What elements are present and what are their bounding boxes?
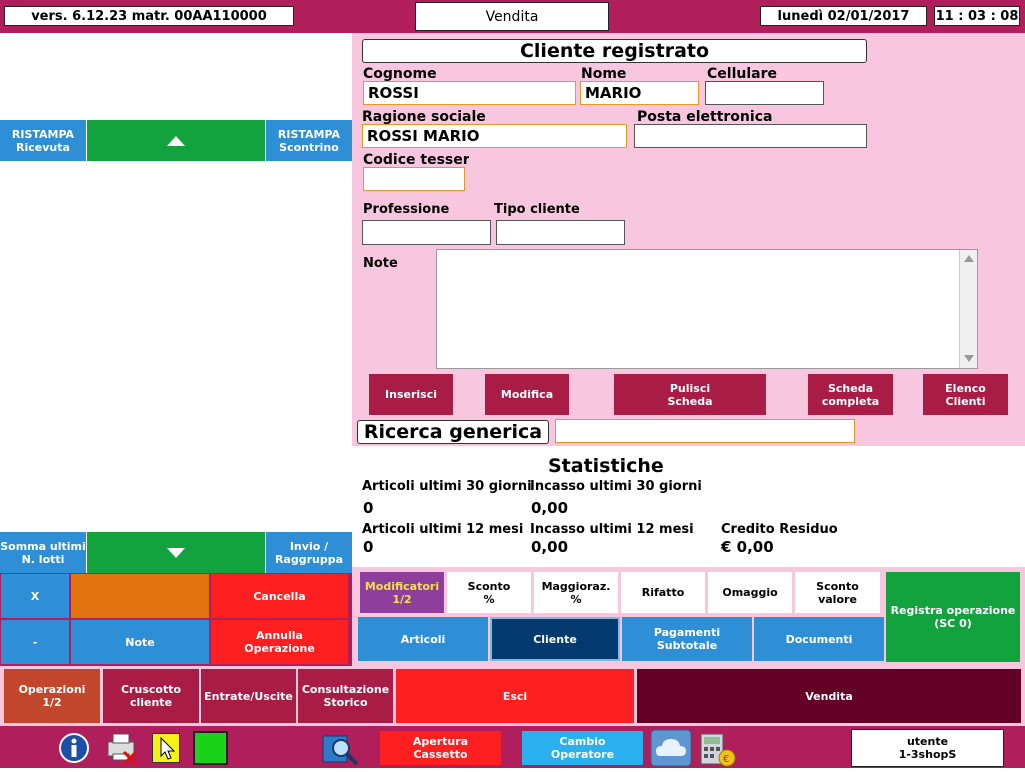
omaggio-button[interactable]: Omaggio xyxy=(708,572,792,613)
sconto-valore-button[interactable]: Sconto valore xyxy=(795,572,880,613)
vendita-button[interactable]: Vendita xyxy=(637,669,1021,723)
inc30-label: Incasso ultimi 30 giorni xyxy=(530,479,702,494)
sconto-pct-button[interactable]: Sconto % xyxy=(447,572,531,613)
calculator-coin-icon[interactable]: € xyxy=(697,728,737,768)
status-green-icon[interactable] xyxy=(193,731,228,765)
pulisci-scheda-button[interactable]: Pulisci Scheda xyxy=(614,374,766,415)
tipo-label: Tipo cliente xyxy=(494,202,580,217)
cellulare-field[interactable] xyxy=(705,81,824,105)
notes-button[interactable]: Note xyxy=(71,620,209,664)
blank-orange-button[interactable] xyxy=(71,574,209,618)
inserisci-button[interactable]: Inserisci xyxy=(369,374,453,415)
search-label: Ricerca generica xyxy=(357,420,549,444)
annulla-operazione-button[interactable]: Annulla Operazione xyxy=(211,620,348,664)
scroll-up-icon[interactable] xyxy=(964,255,974,262)
printer-error-icon[interactable] xyxy=(104,730,140,766)
date-label: lunedì 02/01/2017 xyxy=(760,6,927,26)
send-group-button[interactable]: Invio / Raggruppa xyxy=(266,532,352,573)
cellulare-label: Cellulare xyxy=(707,66,777,82)
email-field[interactable] xyxy=(634,124,867,148)
nome-label: Nome xyxy=(581,66,627,82)
note-textarea[interactable] xyxy=(436,249,978,369)
registra-operazione-button[interactable]: Registra operazione (SC 0) xyxy=(886,572,1020,662)
version-label: vers. 6.12.23 matr. 00AA110000 xyxy=(4,6,294,26)
consultazione-storico-button[interactable]: Consultazione Storico xyxy=(298,669,393,723)
modificatori-button[interactable]: Modificatori 1/2 xyxy=(360,572,444,613)
credit-value: € 0,00 xyxy=(721,538,774,556)
x-button[interactable]: X xyxy=(1,574,69,618)
pointer-icon[interactable] xyxy=(152,733,180,763)
rifatto-button[interactable]: Rifatto xyxy=(621,572,705,613)
stats-panel xyxy=(352,446,1025,567)
sum-lots-button[interactable]: Somma ultimi N. lotti xyxy=(0,532,86,573)
elenco-clienti-button[interactable]: Elenco Clienti xyxy=(923,374,1008,415)
credit-label: Credito Residuo xyxy=(721,522,838,537)
art30-value: 0 xyxy=(363,499,374,517)
tessera-field[interactable] xyxy=(363,167,465,191)
nome-field[interactable]: MARIO xyxy=(580,81,699,105)
tessera-label: Codice tessera xyxy=(363,152,469,168)
arrow-down-icon xyxy=(167,547,185,558)
cognome-field[interactable]: ROSSI xyxy=(363,81,576,105)
maggioraz-button[interactable]: Maggioraz. % xyxy=(534,572,618,613)
search-field[interactable] xyxy=(555,419,855,443)
arrow-up-icon xyxy=(167,135,185,146)
tipo-field[interactable] xyxy=(496,220,625,245)
entrate-uscite-button[interactable]: Entrate/Uscite xyxy=(201,669,296,723)
professione-field[interactable] xyxy=(362,220,491,245)
ragione-label: Ragione sociale xyxy=(362,109,486,125)
minus-button[interactable]: - xyxy=(1,620,69,664)
inc30-value: 0,00 xyxy=(531,499,569,517)
scroll-down-button[interactable] xyxy=(87,532,265,573)
operazioni-button[interactable]: Operazioni 1/2 xyxy=(4,669,100,723)
cruscotto-cliente-button[interactable]: Cruscotto cliente xyxy=(103,669,199,723)
professione-label: Professione xyxy=(363,202,450,217)
svg-text:€: € xyxy=(723,754,729,765)
tab-cliente[interactable]: Cliente xyxy=(490,617,620,661)
mode-title: Vendita xyxy=(415,2,609,31)
esci-button[interactable]: Esci xyxy=(396,669,634,723)
stats-title: Statistiche xyxy=(548,455,664,477)
art12-label: Articoli ultimi 12 mesi xyxy=(362,522,524,537)
reprint-slip-button[interactable]: RISTAMPA Scontrino xyxy=(266,120,352,161)
inc12-label: Incasso ultimi 12 mesi xyxy=(530,522,694,537)
scroll-up-button[interactable] xyxy=(87,120,265,161)
note-label: Note xyxy=(363,256,398,271)
cambio-operatore-button[interactable]: Cambio Operatore xyxy=(522,731,643,765)
client-title: Cliente registrato xyxy=(362,39,867,63)
modifica-button[interactable]: Modifica xyxy=(485,374,569,415)
user-label[interactable]: utente 1-3shopS xyxy=(851,729,1004,767)
art30-label: Articoli ultimi 30 giorni xyxy=(362,479,532,494)
cognome-label: Cognome xyxy=(363,66,437,82)
scroll-down-icon[interactable] xyxy=(964,355,974,362)
info-icon[interactable] xyxy=(58,732,90,764)
tab-pagamenti[interactable]: Pagamenti Subtotale xyxy=(622,617,752,661)
inc12-value: 0,00 xyxy=(531,538,569,556)
tab-documenti[interactable]: Documenti xyxy=(754,617,884,661)
time-label: 11 : 03 : 08 xyxy=(934,6,1020,26)
ragione-field[interactable]: ROSSI MARIO xyxy=(362,124,627,148)
tab-articoli[interactable]: Articoli xyxy=(358,617,488,661)
reprint-receipt-button[interactable]: RISTAMPA Ricevuta xyxy=(0,120,86,161)
receipt-panel[interactable] xyxy=(0,33,352,533)
note-scrollbar[interactable] xyxy=(959,250,977,368)
search-icon[interactable] xyxy=(321,730,361,768)
scheda-completa-button[interactable]: Scheda completa xyxy=(808,374,893,415)
cancel-button[interactable]: Cancella xyxy=(211,574,348,618)
art12-value: 0 xyxy=(363,538,374,556)
cloud-icon[interactable] xyxy=(650,728,692,768)
apertura-cassetto-button[interactable]: Apertura Cassetto xyxy=(380,731,501,765)
email-label: Posta elettronica xyxy=(637,109,773,125)
